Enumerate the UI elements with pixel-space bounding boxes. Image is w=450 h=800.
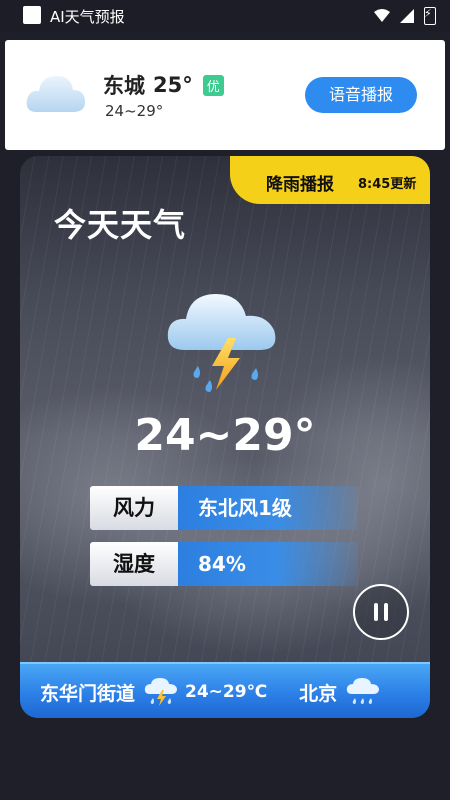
status-bar: AI天气预报 [0, 0, 450, 32]
app-title: AI天气预报 [50, 8, 125, 26]
thunder-shower-icon [167, 294, 276, 392]
today-title: 今天天气 [54, 206, 187, 244]
rain-icon [347, 678, 380, 704]
city-name: 东城 [103, 74, 145, 98]
today-temp-range: 24~29° [134, 410, 316, 461]
pause-button[interactable] [353, 584, 409, 640]
system-icons [374, 7, 436, 25]
wind-row: 风力 东北风1级 [90, 486, 358, 530]
humidity-label: 湿度 [90, 542, 178, 586]
ticker-city: 东华门街道 [40, 682, 136, 705]
ticker-city: 北京 [299, 682, 338, 705]
wind-value: 东北风1级 [178, 486, 358, 530]
ticker-temp: 24~29℃ [185, 682, 268, 702]
pause-icon [374, 603, 378, 621]
city-ticker[interactable]: 东华门街道 24~29℃ 北京 [20, 662, 430, 718]
rain-report-badge[interactable]: 降雨播报 8:45更新 [230, 156, 430, 204]
current-temp: 25° [153, 73, 193, 97]
cloud-icon [26, 76, 85, 112]
wind-label: 风力 [90, 486, 178, 530]
voice-broadcast-button[interactable]: 语音播报 [305, 77, 417, 113]
aqi-badge: 优 [202, 74, 224, 96]
pause-icon [384, 603, 388, 621]
rain-report-title: 降雨播报 [266, 175, 334, 195]
temp-range: 24~29° [105, 102, 164, 120]
wifi-icon [374, 9, 390, 22]
app-icon [23, 6, 41, 24]
humidity-row: 湿度 84% [90, 542, 358, 586]
today-weather-card: 降雨播报 8:45更新 今天天气 24~29° 风力 东北风1级 湿度 84% [20, 156, 430, 718]
current-weather-card: 东城 25° 优 24~29° 语音播报 [5, 40, 445, 150]
humidity-value: 84% [178, 542, 358, 586]
update-time: 8:45更新 [358, 177, 417, 192]
battery-icon [424, 7, 436, 25]
signal-icon [400, 9, 414, 23]
thunder-shower-icon [144, 678, 178, 706]
